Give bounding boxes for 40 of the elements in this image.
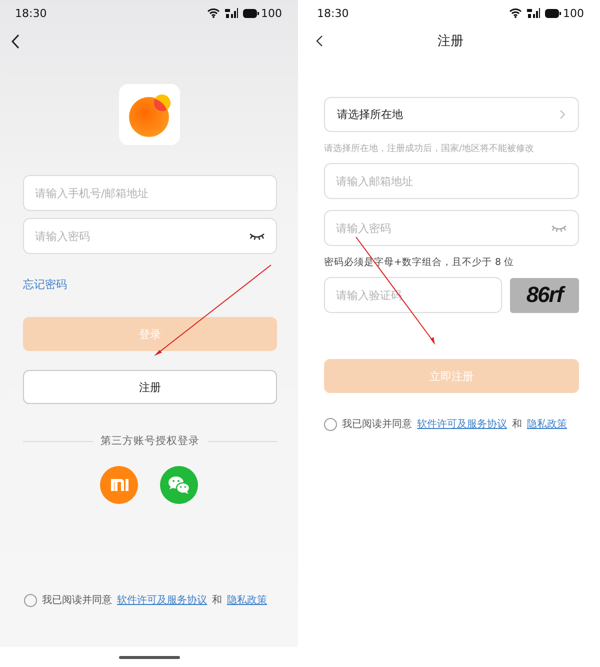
agreement-text: 我已阅读并同意 bbox=[42, 594, 112, 607]
status-time: 18:30 bbox=[317, 6, 349, 20]
location-label: 请选择所在地 bbox=[337, 107, 403, 122]
agreement-text: 我已阅读并同意 bbox=[342, 418, 412, 431]
privacy-link[interactable]: 隐私政策 bbox=[227, 593, 267, 607]
wifi-icon bbox=[509, 8, 522, 18]
terms-link[interactable]: 软件许可及服务协议 bbox=[417, 417, 507, 431]
forgot-password-link[interactable]: 忘记密码 bbox=[23, 277, 67, 292]
battery-level: 100 bbox=[261, 6, 282, 20]
privacy-link[interactable]: 隐私政策 bbox=[527, 417, 567, 431]
conjunction-text: 和 bbox=[512, 418, 522, 431]
eye-closed-icon[interactable] bbox=[249, 232, 265, 240]
captcha-image[interactable]: 86rf bbox=[510, 278, 579, 312]
wifi-icon bbox=[207, 8, 220, 18]
home-indicator[interactable] bbox=[118, 656, 180, 658]
location-hint: 请选择所在地，注册成功后，国家/地区将不能被修改 bbox=[324, 142, 536, 155]
back-icon[interactable] bbox=[11, 34, 20, 49]
mi-login-icon[interactable] bbox=[100, 466, 138, 504]
signal-icon bbox=[527, 8, 540, 18]
terms-link[interactable]: 软件许可及服务协议 bbox=[117, 593, 207, 607]
input-field[interactable]: 请输入邮箱地址 bbox=[324, 163, 579, 199]
location-picker[interactable]: 请选择所在地 bbox=[324, 97, 579, 132]
app-logo bbox=[118, 84, 180, 145]
battery-icon bbox=[545, 8, 561, 18]
password-field[interactable]: 请输入密码 bbox=[324, 210, 579, 246]
page-title: 注册 bbox=[436, 33, 464, 50]
third-party-login-label: 第三方账号授权登录 bbox=[100, 434, 200, 448]
back-icon[interactable] bbox=[316, 35, 323, 47]
battery-level: 100 bbox=[563, 6, 584, 20]
status-time: 18:30 bbox=[15, 6, 47, 20]
input-field[interactable]: 请输入手机号/邮箱地址 bbox=[23, 175, 277, 211]
battery-icon bbox=[243, 8, 259, 18]
conjunction-text: 和 bbox=[212, 594, 222, 607]
agree-radio[interactable] bbox=[24, 594, 37, 606]
password-field[interactable]: 请输入密码 bbox=[23, 218, 277, 254]
wechat-login-icon[interactable] bbox=[160, 466, 198, 504]
signal-icon bbox=[225, 8, 238, 18]
chevron-right-icon bbox=[560, 110, 565, 119]
agree-radio[interactable] bbox=[324, 418, 337, 430]
register-button[interactable]: 注册 bbox=[23, 370, 277, 404]
